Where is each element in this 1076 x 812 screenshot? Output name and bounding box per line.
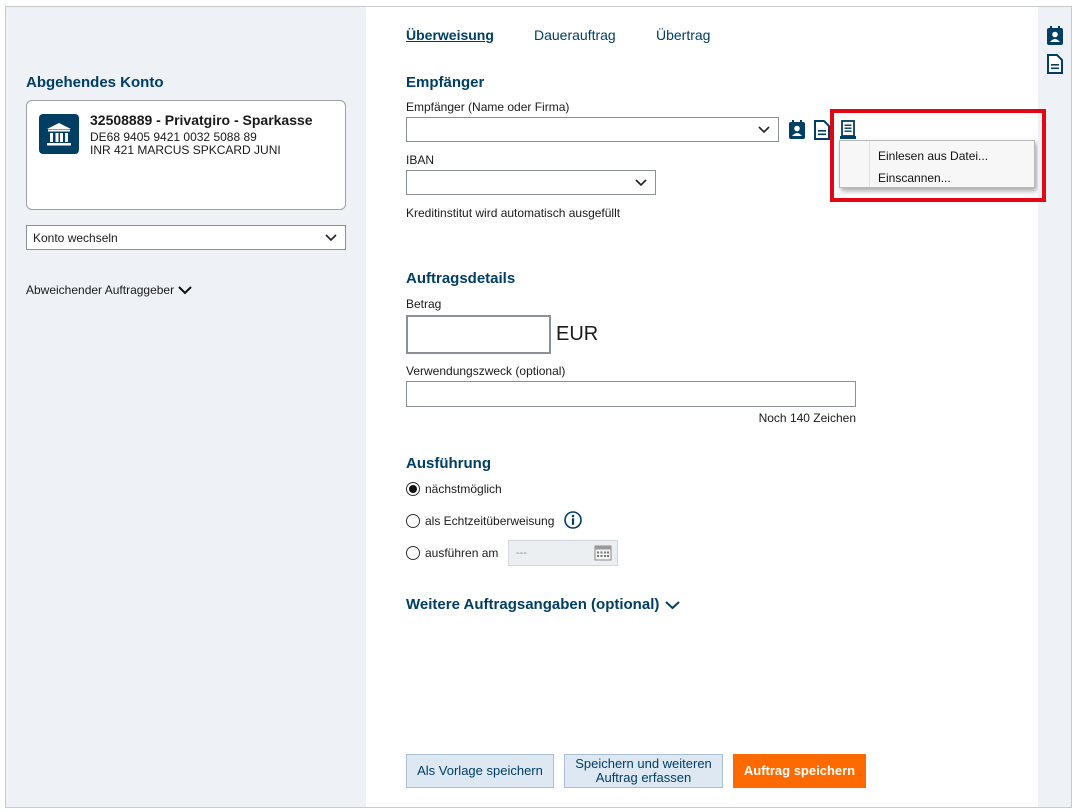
radio-scheduled[interactable] [406,546,420,560]
date-placeholder: --- [516,547,527,559]
chevron-down-icon [758,126,770,134]
document-icon[interactable] [814,120,830,140]
source-account-panel: Abgehendes Konto 32508889 - Privatgiro -… [6,7,366,807]
purpose-input[interactable] [406,381,856,407]
account-card[interactable]: 32508889 - Privatgiro - Sparkasse DE68 9… [26,100,346,210]
chevron-down-icon [665,600,681,609]
highlight-box [830,109,1046,202]
tab-dauerauftrag[interactable]: Dauerauftrag [534,27,616,43]
radio-instant-label: als Echtzeitüberweisung [425,514,555,528]
execution-title: Ausführung [406,455,491,472]
save-order-button[interactable]: Auftrag speichern [733,754,866,788]
order-details-title: Auftragsdetails [406,270,516,287]
chevron-down-icon [325,234,337,242]
info-icon[interactable] [564,511,582,529]
purpose-label: Verwendungszweck (optional) [406,364,566,378]
more-details-toggle[interactable]: Weitere Auftragsangaben (optional) [406,596,681,613]
chars-remaining: Noch 140 Zeichen [758,411,856,425]
save-and-new-line1: Speichern und weiteren [575,756,712,771]
recipient-name-input[interactable] [406,117,779,142]
iban-input[interactable] [406,170,656,195]
address-book-icon[interactable] [788,120,806,140]
bank-autofill-hint: Kreditinstitut wird automatisch ausgefül… [406,206,621,220]
tab-uebertrag[interactable]: Übertrag [656,27,710,43]
amount-input[interactable] [406,315,551,354]
save-template-button[interactable]: Als Vorlage speichern [406,754,554,788]
execution-date-input[interactable]: --- [508,540,618,566]
recipient-title: Empfänger [406,74,485,91]
switch-account-label: Konto wechseln [33,231,118,245]
other-payer-toggle[interactable]: Abweichender Auftraggeber [26,283,192,297]
iban-label: IBAN [406,153,435,167]
radio-instant[interactable] [406,514,420,528]
calendar-icon[interactable] [594,545,612,561]
radio-asap-label: nächstmöglich [425,482,502,496]
save-and-new-button[interactable]: Speichern und weiteren Auftrag erfassen [564,754,723,788]
radio-asap[interactable] [406,482,420,496]
address-book-icon[interactable] [1046,26,1064,46]
radio-scheduled-label: ausführen am [425,546,499,560]
more-details-label: Weitere Auftragsangaben (optional) [406,596,660,613]
chevron-down-icon [178,286,192,295]
document-icon[interactable] [1047,54,1063,74]
source-account-title: Abgehendes Konto [26,74,164,91]
currency-label: EUR [556,323,599,345]
account-name: 32508889 - Privatgiro - Sparkasse [90,112,313,128]
account-detail: INR 421 MARCUS SPKCARD JUNI [90,143,281,157]
save-and-new-line2: Auftrag erfassen [595,770,692,785]
other-payer-label: Abweichender Auftraggeber [26,283,175,297]
recipient-name-label: Empfänger (Name oder Firma) [406,100,570,114]
bank-icon [39,114,79,154]
account-iban: DE68 9405 9421 0032 5088 89 [90,130,257,144]
chevron-down-icon [635,179,647,187]
switch-account-select[interactable]: Konto wechseln [26,225,346,250]
tab-ueberweisung[interactable]: Überweisung [406,27,494,43]
amount-label: Betrag [406,297,442,311]
